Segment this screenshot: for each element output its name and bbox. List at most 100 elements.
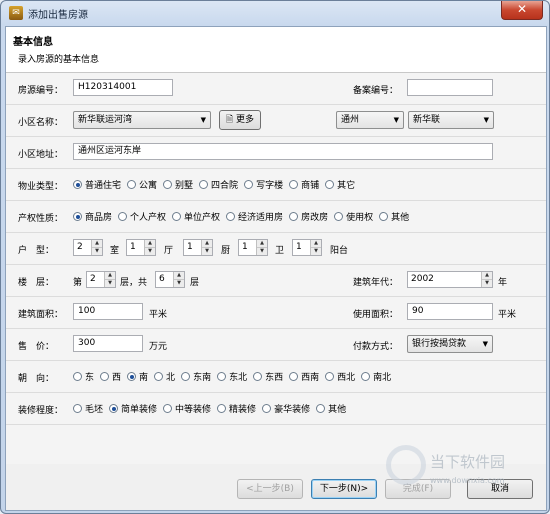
chevron-down-icon: ▼: [483, 116, 489, 124]
spin-buttons[interactable]: ▲ ▼: [104, 272, 115, 287]
radio-option[interactable]: 商品房: [73, 210, 112, 223]
watermark-logo-icon: [386, 445, 426, 485]
area-select[interactable]: 新华联 ▼: [408, 111, 494, 129]
radio-option[interactable]: 东: [73, 370, 94, 383]
price-unit: 万元: [149, 342, 168, 352]
payment-value: 银行按揭贷款: [412, 339, 467, 349]
room-stepper[interactable]: 2 ▲ ▼: [73, 239, 103, 256]
radio-option[interactable]: 其他: [379, 210, 409, 223]
radio-circle-icon: [262, 404, 272, 413]
year-stepper[interactable]: 2002 ▲ ▼: [407, 271, 493, 288]
spin-buttons[interactable]: ▲ ▼: [173, 272, 184, 287]
floor-prefix: 第: [73, 278, 83, 288]
area-value: 新华联: [413, 115, 441, 125]
floor-value: 2: [90, 274, 96, 284]
payment-select[interactable]: 银行按揭贷款 ▼: [407, 335, 493, 353]
use-area-input[interactable]: 90: [407, 303, 493, 320]
radio-circle-icon: [217, 404, 227, 413]
close-button[interactable]: ✕: [501, 1, 543, 20]
dialog-window: ✉ 添加出售房源 ✕ 基本信息 录入房源的基本信息 房源编号： H1203140…: [0, 0, 550, 514]
hall-value: 1: [130, 242, 136, 252]
title-bar[interactable]: ✉ 添加出售房源 ✕: [1, 1, 549, 25]
bath-stepper[interactable]: 1 ▲ ▼: [238, 239, 268, 256]
radio-circle-icon: [172, 212, 182, 221]
radio-option[interactable]: 西: [100, 370, 121, 383]
next-button[interactable]: 下一步(N)>: [311, 479, 377, 499]
radio-option[interactable]: 毛坯: [73, 402, 103, 415]
radio-option[interactable]: 四合院: [199, 178, 238, 191]
radio-option[interactable]: 简单装修: [109, 402, 157, 415]
radio-circle-icon: [289, 372, 299, 381]
window-title: 添加出售房源: [28, 10, 88, 21]
radio-circle-icon: [325, 180, 335, 189]
radio-circle-icon: [127, 180, 137, 189]
orientation-label: 朝 向：: [18, 374, 55, 384]
radio-option[interactable]: 南北: [361, 370, 391, 383]
district-select[interactable]: 通州 ▼: [336, 111, 404, 129]
balcony-stepper[interactable]: 1 ▲ ▼: [292, 239, 322, 256]
radio-option[interactable]: 东北: [217, 370, 247, 383]
radio-option[interactable]: 其他: [316, 402, 346, 415]
radio-option[interactable]: 豪华装修: [262, 402, 310, 415]
dialog-client: 基本信息 录入房源的基本信息 房源编号： H120314001 备案编号： 小区…: [5, 26, 547, 511]
radio-option[interactable]: 北: [154, 370, 175, 383]
row-address: 小区地址： 通州区运河东岸: [6, 137, 546, 169]
row-house-no: 房源编号： H120314001 备案编号：: [6, 73, 546, 105]
radio-option[interactable]: 经济适用房: [226, 210, 283, 223]
room-unit: 室: [110, 246, 120, 256]
radio-option[interactable]: 房改房: [289, 210, 328, 223]
radio-circle-icon: [289, 212, 299, 221]
radio-option[interactable]: 精装修: [217, 402, 256, 415]
radio-label: 东西: [265, 373, 284, 383]
kitchen-stepper[interactable]: 1 ▲ ▼: [183, 239, 213, 256]
radio-label: 公寓: [139, 181, 158, 191]
radio-option[interactable]: 别墅: [163, 178, 193, 191]
radio-label: 西: [112, 373, 122, 383]
radio-option[interactable]: 西南: [289, 370, 319, 383]
address-input[interactable]: 通州区运河东岸: [73, 143, 493, 160]
radio-option[interactable]: 普通住宅: [73, 178, 121, 191]
radio-option[interactable]: 商铺: [289, 178, 319, 191]
header-title: 基本信息: [13, 37, 53, 48]
year-label: 建筑年代：: [353, 278, 399, 288]
spin-buttons[interactable]: ▲ ▼: [201, 240, 212, 255]
use-area-label: 使用面积：: [353, 310, 399, 320]
spin-buttons[interactable]: ▲ ▼: [256, 240, 267, 255]
record-no-input[interactable]: [407, 79, 493, 96]
radio-option[interactable]: 西北: [325, 370, 355, 383]
price-input[interactable]: 300: [73, 335, 143, 352]
orientation-group: 东西南北东南 东北 东西 西南 西北 南北: [73, 370, 397, 383]
spin-buttons[interactable]: ▲ ▼: [144, 240, 155, 255]
radio-option[interactable]: 东西: [253, 370, 283, 383]
radio-label: 东: [85, 373, 95, 383]
spin-buttons[interactable]: ▲ ▼: [91, 240, 102, 255]
hall-unit: 厅: [164, 246, 174, 256]
prev-button[interactable]: <上一步(B): [237, 479, 303, 499]
radio-circle-icon: [253, 372, 263, 381]
spin-buttons[interactable]: ▲ ▼: [481, 272, 492, 287]
radio-circle-icon: [127, 372, 137, 381]
more-button[interactable]: 🗎 更多: [219, 110, 261, 130]
radio-option[interactable]: 写字楼: [244, 178, 283, 191]
radio-option[interactable]: 南: [127, 370, 148, 383]
radio-option[interactable]: 个人产权: [118, 210, 166, 223]
community-select[interactable]: 新华联运河湾 ▼: [73, 111, 211, 129]
hall-stepper[interactable]: 1 ▲ ▼: [126, 239, 156, 256]
district-value: 通州: [341, 115, 360, 125]
radio-label: 毛坯: [85, 405, 104, 415]
spin-buttons[interactable]: ▲ ▼: [310, 240, 321, 255]
radio-circle-icon: [73, 404, 82, 413]
radio-option[interactable]: 单位产权: [172, 210, 220, 223]
radio-circle-icon: [217, 372, 227, 381]
radio-option[interactable]: 东南: [181, 370, 211, 383]
radio-circle-icon: [361, 372, 371, 381]
radio-label: 北: [166, 373, 176, 383]
radio-option[interactable]: 公寓: [127, 178, 157, 191]
radio-option[interactable]: 中等装修: [163, 402, 211, 415]
build-area-input[interactable]: 100: [73, 303, 143, 320]
total-floor-stepper[interactable]: 6 ▲ ▼: [155, 271, 185, 288]
radio-option[interactable]: 其它: [325, 178, 355, 191]
house-no-input[interactable]: H120314001: [73, 79, 173, 96]
radio-option[interactable]: 使用权: [334, 210, 373, 223]
floor-stepper[interactable]: 2 ▲ ▼: [86, 271, 116, 288]
